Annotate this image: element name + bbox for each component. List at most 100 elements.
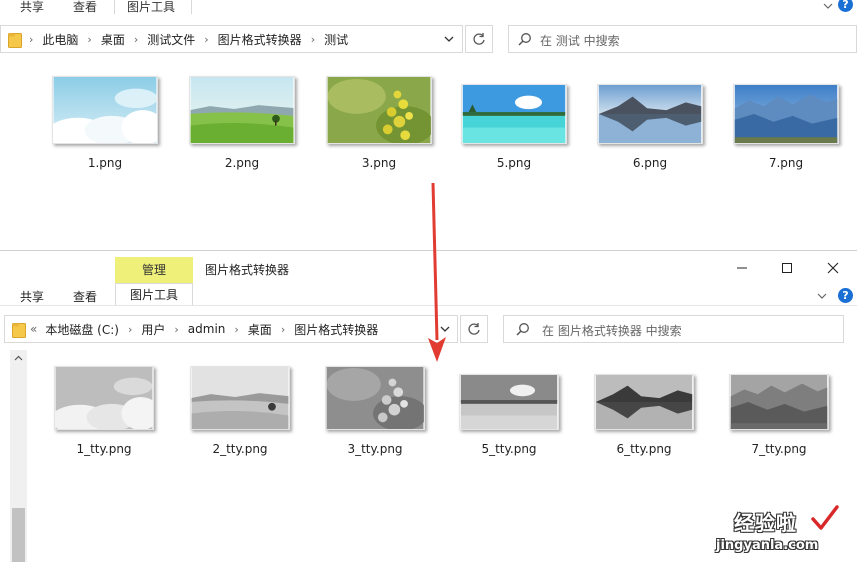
folder-icon bbox=[12, 323, 26, 338]
file-name: 7_tty.png bbox=[751, 442, 807, 456]
file-item[interactable]: 1.png bbox=[50, 76, 160, 170]
folder-icon bbox=[8, 33, 22, 48]
file-item[interactable]: 3_tty.png bbox=[320, 366, 430, 456]
breadcrumb-separator-icon: › bbox=[87, 32, 92, 46]
chevron-down-icon bbox=[444, 36, 454, 42]
refresh-icon bbox=[468, 323, 480, 335]
breadcrumb-separator-icon: › bbox=[204, 32, 209, 46]
breadcrumb-overflow[interactable]: « bbox=[30, 322, 37, 336]
breadcrumb-item[interactable]: 测试 bbox=[324, 31, 348, 48]
tab-picture-tools[interactable]: 图片工具 bbox=[115, 283, 193, 305]
file-item[interactable]: 2.png bbox=[187, 76, 297, 170]
maximize-button[interactable] bbox=[775, 259, 799, 277]
file-item[interactable]: 1_tty.png bbox=[49, 366, 159, 456]
breadcrumb-item[interactable]: 图片格式转换器 bbox=[218, 31, 302, 48]
refresh-icon bbox=[473, 33, 485, 45]
chevron-down-icon[interactable] bbox=[823, 1, 833, 11]
refresh-button[interactable] bbox=[465, 25, 493, 53]
tab-view[interactable]: 查看 bbox=[73, 0, 97, 15]
breadcrumb-separator-icon: › bbox=[133, 32, 139, 46]
breadcrumb-separator-icon: › bbox=[127, 322, 133, 336]
file-item[interactable]: 2_tty.png bbox=[185, 366, 295, 456]
chevron-down-icon[interactable] bbox=[817, 291, 827, 301]
breadcrumb-item[interactable]: 图片格式转换器 bbox=[294, 321, 378, 338]
breadcrumb-separator-icon: › bbox=[174, 322, 179, 336]
file-item[interactable]: 6.png bbox=[595, 76, 705, 170]
breadcrumb-item[interactable]: admin bbox=[188, 322, 226, 336]
close-icon bbox=[827, 262, 839, 274]
breadcrumb-item[interactable]: 用户 bbox=[141, 321, 165, 338]
search-box[interactable]: 在 测试 中搜索 bbox=[508, 25, 857, 53]
file-name: 2.png bbox=[224, 156, 260, 170]
image-thumbnail bbox=[52, 76, 158, 144]
breadcrumb-separator-icon: › bbox=[234, 322, 239, 336]
minimize-button[interactable] bbox=[730, 259, 754, 277]
file-item[interactable]: 6_tty.png bbox=[589, 366, 699, 456]
maximize-icon bbox=[782, 263, 792, 273]
file-item[interactable]: 7_tty.png bbox=[724, 366, 834, 456]
breadcrumb-separator-icon: › bbox=[310, 32, 316, 46]
file-name: 3_tty.png bbox=[347, 442, 403, 456]
ribbon-tabs: 共享 查看 图片工具 ? bbox=[0, 0, 857, 16]
file-item[interactable]: 5.png bbox=[459, 76, 569, 170]
chevron-down-icon bbox=[440, 326, 450, 332]
breadcrumb-item[interactable]: 测试文件 bbox=[147, 31, 195, 48]
address-bar[interactable]: › 此电脑 › 桌面 › 测试文件 › 图片格式转换器 › 测试 bbox=[0, 25, 463, 53]
image-thumbnail bbox=[190, 366, 290, 430]
minimize-icon bbox=[737, 267, 747, 269]
help-icon[interactable]: ? bbox=[838, 0, 853, 12]
tab-picture-tools[interactable]: 图片工具 bbox=[127, 0, 175, 15]
file-item[interactable]: 7.png bbox=[731, 76, 841, 170]
watermark: 经验啦 jingyanla.com bbox=[712, 504, 842, 560]
close-button[interactable] bbox=[821, 259, 845, 277]
tab-view[interactable]: 查看 bbox=[73, 288, 97, 305]
address-dropdown-button[interactable] bbox=[437, 26, 461, 52]
top-explorer-window: 共享 查看 图片工具 ? › 此电脑 › 桌面 › 测试文件 › 图片格式转换器… bbox=[0, 0, 857, 250]
breadcrumb-item[interactable]: 本地磁盘 (C:) bbox=[45, 321, 119, 338]
tab-manage[interactable]: 管理 bbox=[115, 257, 193, 283]
tab-share[interactable]: 共享 bbox=[20, 288, 44, 305]
breadcrumb-item[interactable]: 此电脑 bbox=[42, 31, 78, 48]
watermark-title: 经验啦 bbox=[734, 511, 797, 535]
tab-divider bbox=[114, 0, 115, 14]
file-item[interactable]: 5_tty.png bbox=[454, 366, 564, 456]
file-name: 7.png bbox=[768, 156, 804, 170]
file-name: 2_tty.png bbox=[212, 442, 268, 456]
address-dropdown-button[interactable] bbox=[433, 316, 457, 342]
image-thumbnail bbox=[733, 84, 839, 144]
scroll-up-button[interactable] bbox=[10, 350, 27, 367]
image-thumbnail bbox=[461, 84, 567, 144]
breadcrumb-separator-icon: › bbox=[29, 32, 34, 46]
tab-share[interactable]: 共享 bbox=[20, 0, 44, 15]
watermark-url: jingyanla.com bbox=[716, 538, 819, 553]
file-name: 6_tty.png bbox=[616, 442, 672, 456]
refresh-button[interactable] bbox=[460, 315, 488, 343]
image-thumbnail bbox=[594, 374, 694, 430]
help-icon[interactable]: ? bbox=[838, 288, 853, 303]
window-title: 图片格式转换器 bbox=[205, 263, 290, 277]
file-name: 1.png bbox=[87, 156, 123, 170]
file-item[interactable]: 3.png bbox=[324, 76, 434, 170]
search-box[interactable]: 在 图片格式转换器 中搜索 bbox=[503, 315, 844, 343]
file-name: 3.png bbox=[361, 156, 397, 170]
breadcrumb: › 此电脑 › 桌面 › 测试文件 › 图片格式转换器 › 测试 bbox=[29, 26, 348, 52]
file-name: 6.png bbox=[632, 156, 668, 170]
search-placeholder: 在 测试 中搜索 bbox=[540, 34, 620, 48]
address-bar[interactable]: « 本地磁盘 (C:) › 用户 › admin › 桌面 › 图片格式转换器 bbox=[4, 315, 458, 343]
breadcrumb-item[interactable]: 桌面 bbox=[101, 31, 125, 48]
image-thumbnail bbox=[729, 374, 829, 430]
image-thumbnail bbox=[189, 76, 295, 144]
screenshot-root: 共享 查看 图片工具 ? › 此电脑 › 桌面 › 测试文件 › 图片格式转换器… bbox=[0, 0, 857, 562]
search-placeholder: 在 图片格式转换器 中搜索 bbox=[542, 324, 682, 338]
image-thumbnail bbox=[326, 76, 432, 144]
tab-divider bbox=[191, 0, 192, 14]
image-thumbnail bbox=[597, 84, 703, 144]
breadcrumb-item[interactable]: 桌面 bbox=[248, 321, 272, 338]
scrollbar-thumb[interactable] bbox=[12, 508, 25, 562]
search-icon bbox=[516, 323, 529, 336]
vertical-scrollbar[interactable] bbox=[10, 350, 27, 562]
breadcrumb: « 本地磁盘 (C:) › 用户 › admin › 桌面 › 图片格式转换器 bbox=[30, 316, 378, 342]
file-name: 5.png bbox=[496, 156, 532, 170]
scroll-up-icon bbox=[14, 355, 23, 361]
file-name: 5_tty.png bbox=[481, 442, 537, 456]
